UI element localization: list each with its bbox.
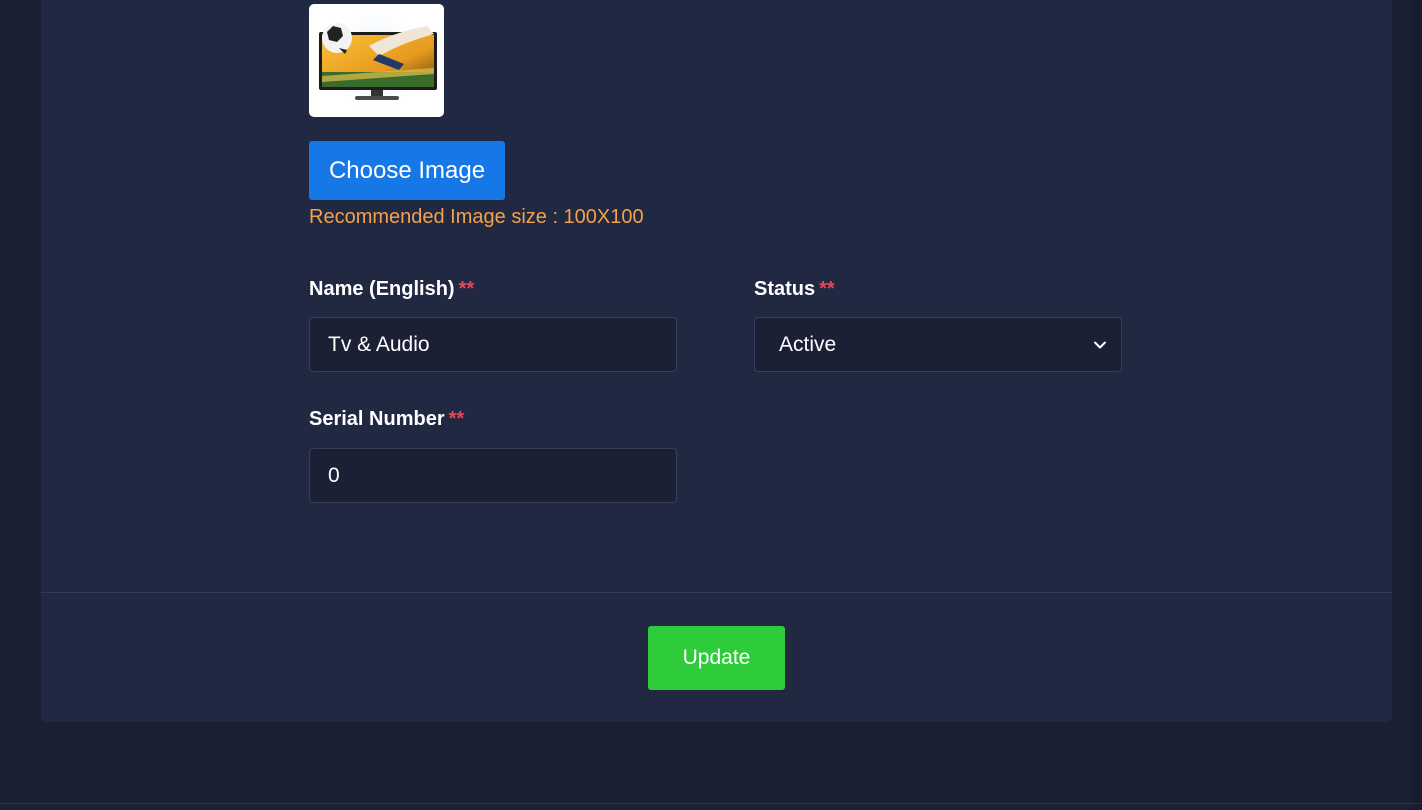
page: Choose Image Recommended Image size : 10… xyxy=(0,0,1422,810)
edit-category-card: Choose Image Recommended Image size : 10… xyxy=(41,0,1392,722)
image-size-hint: Recommended Image size : 100X100 xyxy=(309,206,644,228)
status-field-label: Status ** xyxy=(754,278,835,301)
required-mark: ** xyxy=(819,278,835,300)
status-selected-value: Active xyxy=(779,332,837,356)
status-label-text: Status xyxy=(754,278,816,300)
tv-image-icon xyxy=(319,10,437,110)
status-select[interactable]: Active xyxy=(754,317,1122,372)
scrollbar-track[interactable] xyxy=(1412,0,1422,810)
name-input-value: Tv & Audio xyxy=(328,332,430,356)
serial-number-input[interactable]: 0 xyxy=(309,448,677,503)
serial-input-value: 0 xyxy=(328,463,340,487)
name-label-text: Name (English) xyxy=(309,278,455,300)
serial-field-label: Serial Number ** xyxy=(309,408,464,431)
page-bottom-divider xyxy=(0,803,1422,804)
image-preview xyxy=(309,4,444,117)
name-english-input[interactable]: Tv & Audio xyxy=(309,317,677,372)
required-mark: ** xyxy=(448,408,465,430)
serial-label-text: Serial Number xyxy=(309,408,445,430)
chevron-down-icon xyxy=(1094,341,1106,348)
update-button[interactable]: Update xyxy=(648,626,785,690)
name-field-label: Name (English) ** xyxy=(309,278,474,301)
choose-image-button[interactable]: Choose Image xyxy=(309,141,505,200)
required-mark: ** xyxy=(458,278,475,300)
card-footer-divider xyxy=(41,592,1392,593)
